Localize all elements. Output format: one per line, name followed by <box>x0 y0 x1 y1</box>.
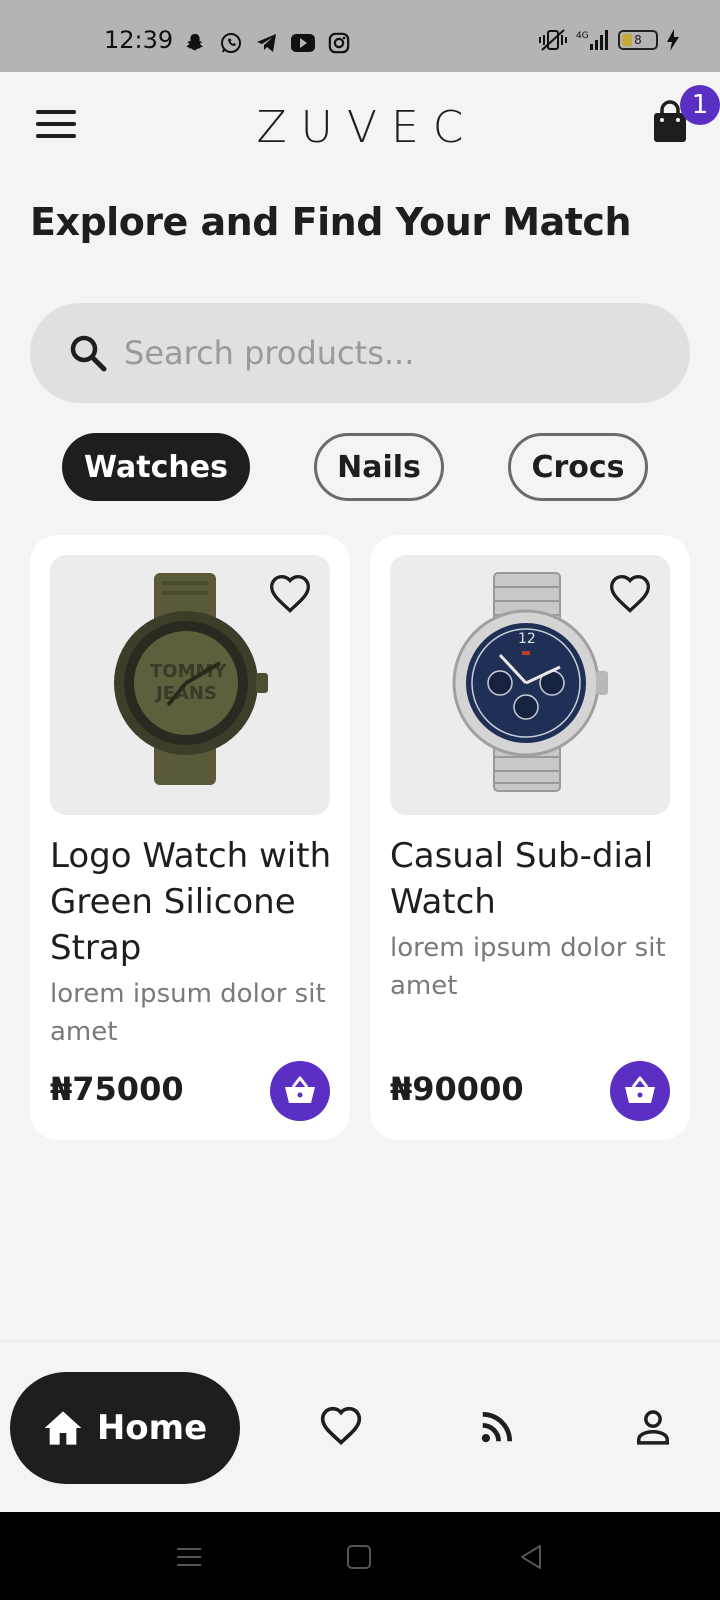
recents-icon[interactable] <box>174 1542 204 1572</box>
snapchat-icon <box>182 30 208 56</box>
category-chip-watches[interactable]: Watches <box>62 433 250 501</box>
page-title: Explore and Find Your Match <box>30 200 632 244</box>
brand-logo: ZUVEC <box>256 102 478 153</box>
product-description: lorem ipsum dolor sit amet <box>390 933 666 1001</box>
search-icon <box>70 335 107 372</box>
category-chip-nails[interactable]: Nails <box>314 433 444 501</box>
add-to-cart-button[interactable] <box>610 1061 670 1121</box>
basket-icon <box>625 1076 655 1103</box>
signal-icon: 4G <box>576 30 608 50</box>
product-image: 12 <box>390 555 670 815</box>
favorite-button[interactable] <box>608 573 652 617</box>
back-icon[interactable] <box>516 1542 546 1572</box>
battery-icon: 8 <box>618 30 658 50</box>
category-tabs: Watches Nails Crocs <box>0 433 720 501</box>
favorite-button[interactable] <box>268 573 312 617</box>
product-name: Logo Watch with Green Silicone Strap <box>50 836 332 968</box>
person-icon <box>637 1410 669 1445</box>
product-price: ₦90000 <box>390 1070 524 1108</box>
svg-text:4G: 4G <box>576 31 589 41</box>
search-input[interactable] <box>124 334 644 372</box>
nav-home-label: Home <box>96 1408 208 1448</box>
telegram-icon <box>254 30 280 56</box>
home-system-icon[interactable] <box>344 1542 374 1572</box>
heart-icon <box>270 575 310 613</box>
heart-icon <box>320 1406 362 1446</box>
youtube-icon <box>290 30 316 56</box>
app-header: ZUVEC 1 <box>0 72 720 182</box>
bottom-navigation: Home <box>0 1340 720 1512</box>
nav-favorites[interactable] <box>318 1404 364 1450</box>
charging-icon <box>667 29 679 51</box>
category-chip-crocs[interactable]: Crocs <box>508 433 648 501</box>
nav-profile[interactable] <box>630 1404 676 1450</box>
cart-count-badge: 1 <box>680 85 720 125</box>
add-to-cart-button[interactable] <box>270 1061 330 1121</box>
product-image: TOMMY JEANS <box>50 555 330 815</box>
nav-home[interactable]: Home <box>10 1372 240 1484</box>
vibrate-icon <box>539 29 567 51</box>
system-nav-bar <box>0 1512 720 1600</box>
product-description: lorem ipsum dolor sit amet <box>50 979 326 1047</box>
notification-icons <box>182 30 352 56</box>
system-status: 4G 8 <box>538 28 680 52</box>
product-card[interactable]: 12 Casual Sub-dial Watch lorem ipsum dol… <box>370 535 690 1140</box>
basket-icon <box>285 1076 315 1103</box>
nav-feed[interactable] <box>474 1404 520 1450</box>
product-name: Casual Sub-dial Watch <box>390 836 654 922</box>
status-time: 12:39 <box>104 26 174 54</box>
product-card[interactable]: TOMMY JEANS Logo Watch with Green Silico… <box>30 535 350 1140</box>
product-price: ₦75000 <box>50 1070 184 1108</box>
home-icon <box>44 1411 82 1445</box>
search-bar <box>30 303 690 403</box>
heart-icon <box>610 575 650 613</box>
whatsapp-icon <box>218 30 244 56</box>
rss-feed-icon <box>481 1411 513 1443</box>
status-bar: 12:39 4G 8 <box>0 0 720 72</box>
svg-text:12: 12 <box>518 631 536 647</box>
instagram-icon <box>326 30 352 56</box>
